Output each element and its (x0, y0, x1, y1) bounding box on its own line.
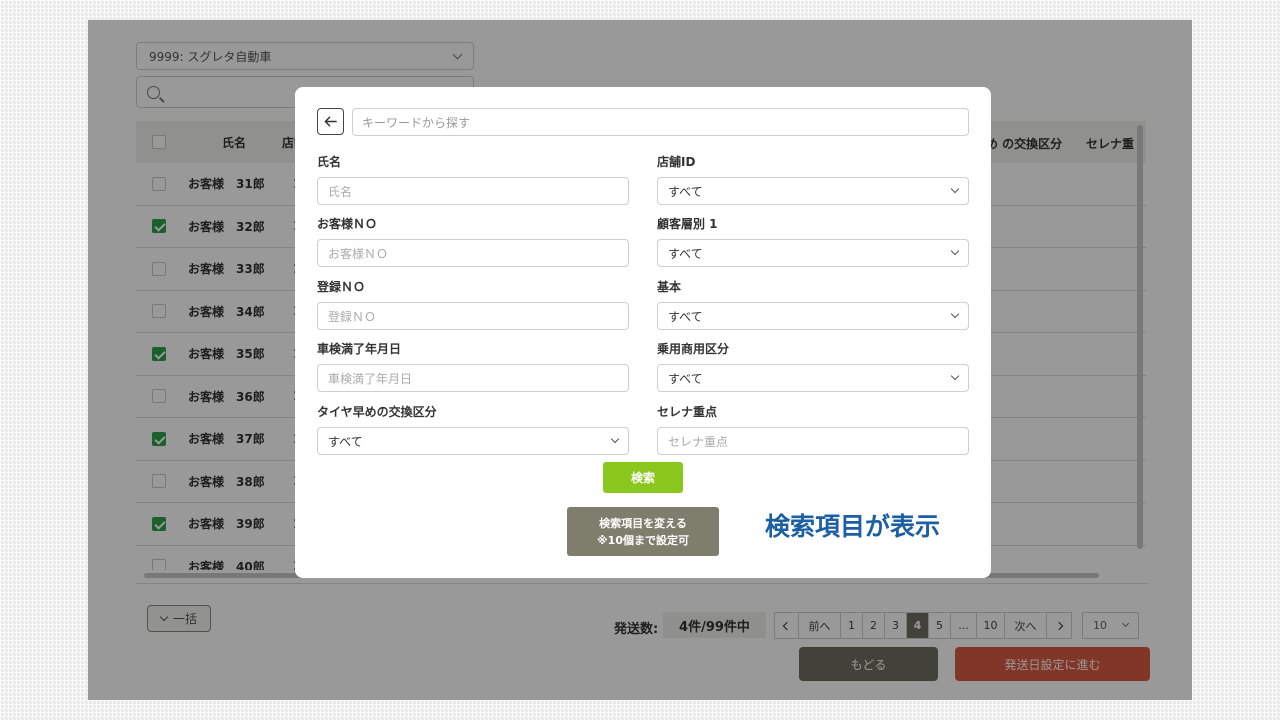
field-customer-tier: 顧客層別 1 すべて (657, 215, 969, 267)
tire-exchange-select[interactable]: すべて (317, 427, 629, 455)
change-fields-note: ※10個まで設定可 (596, 533, 689, 547)
field-label: セレナ重点 (657, 405, 718, 419)
keyword-search-input[interactable]: キーワードから探す (352, 108, 969, 136)
chevron-down-icon (950, 246, 960, 256)
select-value: すべて (668, 371, 703, 386)
change-fields-label: 検索項目を変える (599, 516, 687, 530)
field-serena: セレナ重点 セレナ重点 (657, 403, 969, 455)
customer-no-input[interactable]: お客様ＮＯ (317, 239, 629, 267)
inspection-date-input[interactable]: 車検満了年月日 (317, 364, 629, 392)
search-button[interactable]: 検索 (603, 462, 683, 493)
annotation-text: 検索項目が表示 (765, 512, 941, 541)
chevron-down-icon (950, 371, 960, 381)
customer-tier-select[interactable]: すべて (657, 239, 969, 267)
field-label: 店舗ID (657, 155, 696, 169)
field-store-id: 店舗ID すべて (657, 153, 969, 205)
field-tire-exchange: タイヤ早めの交換区分 すべて (317, 403, 629, 455)
search-modal: キーワードから探す 氏名 氏名 お客様ＮＯ お客様ＮＯ 登録ＮＯ 登録ＮＯ 車検… (295, 87, 991, 578)
name-input[interactable]: 氏名 (317, 177, 629, 205)
arrow-left-icon (324, 116, 337, 127)
field-customer-no: お客様ＮＯ お客様ＮＯ (317, 215, 629, 267)
field-label: 登録ＮＯ (317, 280, 366, 294)
field-basic: 基本 すべて (657, 278, 969, 330)
basic-select[interactable]: すべて (657, 302, 969, 330)
field-label: 車検満了年月日 (317, 342, 402, 356)
chevron-down-icon (610, 434, 620, 444)
serena-input[interactable]: セレナ重点 (657, 427, 969, 455)
slide: 9999: スグレタ自動車 氏名 店舗 め の交換区分 セレナ重 お客様 31郎… (88, 20, 1192, 700)
field-label: 基本 (657, 280, 682, 294)
reg-no-input[interactable]: 登録ＮＯ (317, 302, 629, 330)
select-value: すべて (668, 246, 703, 261)
chevron-down-icon (950, 184, 960, 194)
field-label: タイヤ早めの交換区分 (317, 405, 437, 419)
chevron-down-icon (950, 309, 960, 319)
vehicle-use-select[interactable]: すべて (657, 364, 969, 392)
select-value: すべて (328, 434, 363, 449)
field-label: お客様ＮＯ (317, 217, 378, 231)
field-name: 氏名 氏名 (317, 153, 629, 205)
field-vehicle-use: 乗用商用区分 すべて (657, 340, 969, 392)
change-fields-button[interactable]: 検索項目を変える ※10個まで設定可 (567, 507, 719, 556)
store-id-select[interactable]: すべて (657, 177, 969, 205)
select-value: すべて (668, 309, 703, 324)
field-label: 顧客層別 1 (657, 217, 718, 231)
modal-back-button[interactable] (317, 108, 344, 135)
field-label: 氏名 (317, 155, 342, 169)
field-inspection-date: 車検満了年月日 車検満了年月日 (317, 340, 629, 392)
field-reg-no: 登録ＮＯ 登録ＮＯ (317, 278, 629, 330)
select-value: すべて (668, 184, 703, 199)
field-label: 乗用商用区分 (657, 342, 730, 356)
